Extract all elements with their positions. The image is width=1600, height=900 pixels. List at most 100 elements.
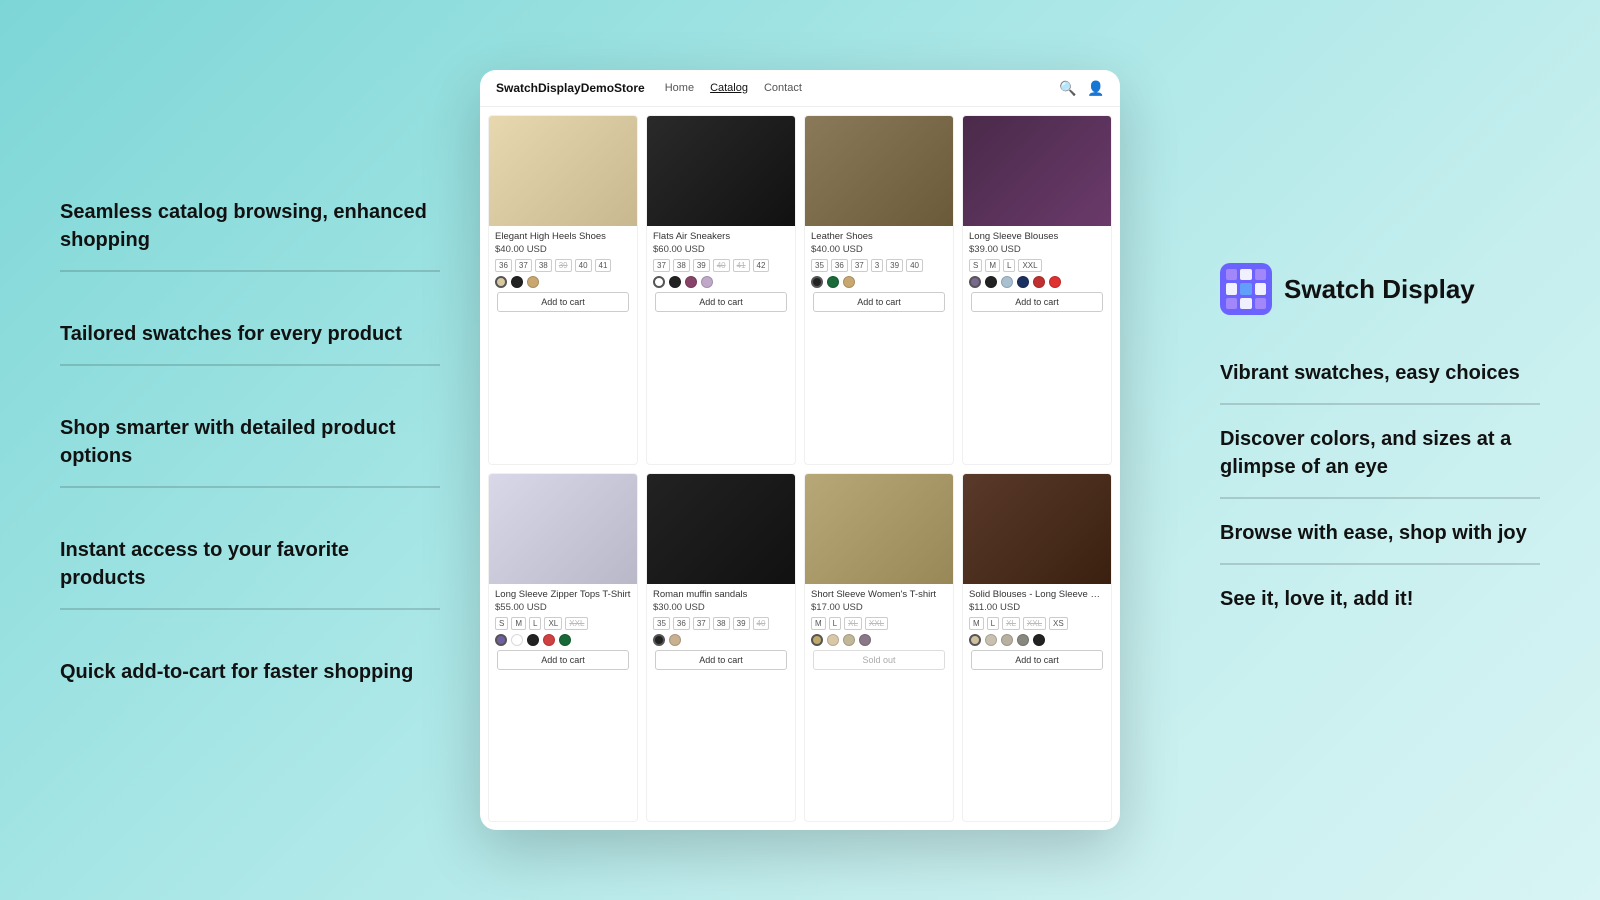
size-chip-XL[interactable]: XL xyxy=(844,617,862,630)
color-swatch[interactable] xyxy=(685,276,697,288)
color-swatch[interactable] xyxy=(859,634,871,646)
size-chip-38[interactable]: 38 xyxy=(673,259,690,272)
size-chip-39[interactable]: 39 xyxy=(733,617,750,630)
size-chip-M[interactable]: M xyxy=(811,617,826,630)
size-chip-40[interactable]: 40 xyxy=(575,259,592,272)
account-icon[interactable]: 👤 xyxy=(1088,80,1104,96)
size-chip-42[interactable]: 42 xyxy=(753,259,770,272)
product-name: Roman muffin sandals xyxy=(653,589,789,600)
size-chip-40[interactable]: 40 xyxy=(713,259,730,272)
color-swatch[interactable] xyxy=(653,634,665,646)
feature-title: Instant access to your favorite products xyxy=(60,536,440,592)
color-swatch[interactable] xyxy=(511,634,523,646)
size-chip-XL[interactable]: XL xyxy=(544,617,562,630)
color-swatch[interactable] xyxy=(669,634,681,646)
size-chip-37[interactable]: 37 xyxy=(693,617,710,630)
size-chip-S[interactable]: S xyxy=(969,259,982,272)
color-swatch[interactable] xyxy=(511,276,523,288)
nav-home[interactable]: Home xyxy=(665,82,694,94)
feature-title: Vibrant swatches, easy choices xyxy=(1220,359,1540,387)
size-chip-39[interactable]: 39 xyxy=(693,259,710,272)
color-swatch[interactable] xyxy=(827,276,839,288)
color-swatch[interactable] xyxy=(985,276,997,288)
color-swatch[interactable] xyxy=(1049,276,1061,288)
add-to-cart-button-p4[interactable]: Add to cart xyxy=(971,292,1103,312)
color-swatch[interactable] xyxy=(969,634,981,646)
color-swatch[interactable] xyxy=(985,634,997,646)
size-chip-XXL[interactable]: XXL xyxy=(565,617,588,630)
color-swatch[interactable] xyxy=(701,276,713,288)
size-chip-XXL[interactable]: XXL xyxy=(865,617,888,630)
size-chip-L[interactable]: L xyxy=(829,617,841,630)
size-chip-38[interactable]: 38 xyxy=(713,617,730,630)
size-chip-L[interactable]: L xyxy=(529,617,541,630)
size-chip-M[interactable]: M xyxy=(985,259,1000,272)
size-chip-L[interactable]: L xyxy=(987,617,999,630)
size-chip-36[interactable]: 36 xyxy=(831,259,848,272)
size-chip-M[interactable]: M xyxy=(969,617,984,630)
size-chip-XXL[interactable]: XXL xyxy=(1018,259,1041,272)
size-chip-39[interactable]: 39 xyxy=(886,259,903,272)
add-to-cart-button-p6[interactable]: Add to cart xyxy=(655,650,787,670)
color-swatch[interactable] xyxy=(559,634,571,646)
size-chip-36[interactable]: 36 xyxy=(495,259,512,272)
add-to-cart-button-p2[interactable]: Add to cart xyxy=(655,292,787,312)
add-to-cart-button-p5[interactable]: Add to cart xyxy=(497,650,629,670)
nav-catalog[interactable]: Catalog xyxy=(710,82,748,94)
size-chip-35[interactable]: 35 xyxy=(811,259,828,272)
color-swatch[interactable] xyxy=(1001,276,1013,288)
size-chip-3[interactable]: 3 xyxy=(871,259,883,272)
color-swatch[interactable] xyxy=(843,634,855,646)
size-chip-38[interactable]: 38 xyxy=(535,259,552,272)
left-feature-smarter: Shop smarter with detailed product optio… xyxy=(60,414,440,488)
color-swatch[interactable] xyxy=(1033,634,1045,646)
size-chip-XL[interactable]: XL xyxy=(1002,617,1020,630)
color-swatch[interactable] xyxy=(1017,634,1029,646)
color-swatch[interactable] xyxy=(843,276,855,288)
color-swatch[interactable] xyxy=(653,276,665,288)
size-chip-41[interactable]: 41 xyxy=(595,259,612,272)
size-chip-39[interactable]: 39 xyxy=(555,259,572,272)
color-swatch[interactable] xyxy=(827,634,839,646)
add-to-cart-button-p1[interactable]: Add to cart xyxy=(497,292,629,312)
size-chip-35[interactable]: 35 xyxy=(653,617,670,630)
color-swatch[interactable] xyxy=(811,634,823,646)
product-card-p1: Elegant High Heels Shoes$40.00 USD363738… xyxy=(488,115,638,465)
size-chip-36[interactable]: 36 xyxy=(673,617,690,630)
color-swatch[interactable] xyxy=(495,634,507,646)
add-to-cart-button-p3[interactable]: Add to cart xyxy=(813,292,945,312)
product-image-p7 xyxy=(805,474,953,584)
color-swatch[interactable] xyxy=(1001,634,1013,646)
product-name: Long Sleeve Blouses xyxy=(969,231,1105,242)
color-swatch[interactable] xyxy=(527,276,539,288)
color-row xyxy=(969,276,1105,288)
color-swatch[interactable] xyxy=(527,634,539,646)
color-swatch[interactable] xyxy=(969,276,981,288)
size-chip-37[interactable]: 37 xyxy=(653,259,670,272)
size-chip-S[interactable]: S xyxy=(495,617,508,630)
product-info-p4: Long Sleeve Blouses$39.00 USDSMLXXLAdd t… xyxy=(963,226,1111,321)
size-chip-M[interactable]: M xyxy=(511,617,526,630)
color-swatch[interactable] xyxy=(495,276,507,288)
color-row xyxy=(653,634,789,646)
color-swatch[interactable] xyxy=(1017,276,1029,288)
color-swatch[interactable] xyxy=(811,276,823,288)
logo-cell xyxy=(1226,283,1237,294)
product-info-p7: Short Sleeve Women's T-shirt$17.00 USDML… xyxy=(805,584,953,679)
size-chip-XS[interactable]: XS xyxy=(1049,617,1068,630)
product-image-p3 xyxy=(805,116,953,226)
size-chip-41[interactable]: 41 xyxy=(733,259,750,272)
size-chip-XXL[interactable]: XXL xyxy=(1023,617,1046,630)
size-chip-40[interactable]: 40 xyxy=(753,617,770,630)
add-to-cart-button-p8[interactable]: Add to cart xyxy=(971,650,1103,670)
size-chip-37[interactable]: 37 xyxy=(851,259,868,272)
product-name: Solid Blouses - Long Sleeve Slim Basic T… xyxy=(969,589,1105,600)
color-swatch[interactable] xyxy=(1033,276,1045,288)
size-chip-40[interactable]: 40 xyxy=(906,259,923,272)
nav-contact[interactable]: Contact xyxy=(764,82,802,94)
search-icon[interactable]: 🔍 xyxy=(1060,80,1076,96)
color-swatch[interactable] xyxy=(669,276,681,288)
size-chip-L[interactable]: L xyxy=(1003,259,1015,272)
color-swatch[interactable] xyxy=(543,634,555,646)
size-chip-37[interactable]: 37 xyxy=(515,259,532,272)
